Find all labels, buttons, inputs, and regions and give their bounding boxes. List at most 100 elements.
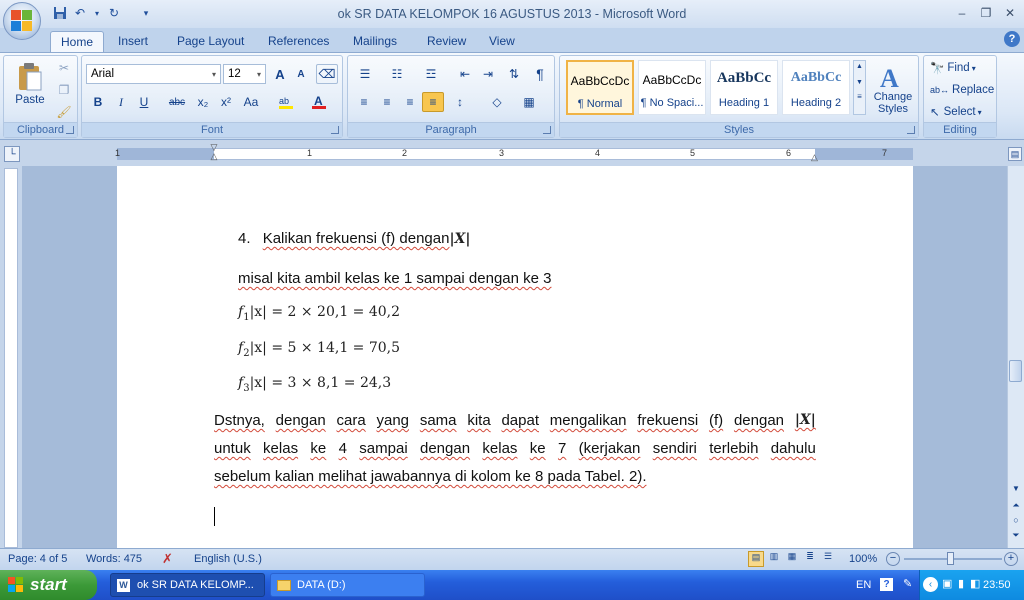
svg-text:A: A bbox=[314, 94, 323, 108]
help-tray-icon[interactable]: ? bbox=[880, 578, 893, 591]
change-styles-button[interactable]: A Change Styles bbox=[869, 58, 917, 120]
italic-button[interactable]: I bbox=[110, 92, 132, 112]
word-count[interactable]: Words: 475 bbox=[86, 553, 142, 565]
increase-indent-icon[interactable]: ⇥ bbox=[477, 64, 499, 84]
cut-icon[interactable]: ✂ bbox=[53, 58, 75, 78]
styles-launcher-icon[interactable] bbox=[907, 126, 915, 134]
scroll-down-icon[interactable]: ▼ bbox=[1010, 484, 1022, 496]
highlight-icon[interactable]: ab bbox=[275, 92, 297, 112]
underline-button[interactable]: U bbox=[133, 92, 155, 112]
tab-review[interactable]: Review bbox=[417, 31, 476, 52]
decrease-indent-icon[interactable]: ⇤ bbox=[454, 64, 476, 84]
tab-view[interactable]: View bbox=[479, 31, 525, 52]
tab-selector-icon[interactable]: └ bbox=[4, 146, 20, 162]
print-layout-icon[interactable]: ▤ bbox=[748, 551, 764, 567]
sort-icon[interactable]: ⇅ bbox=[503, 64, 525, 84]
document-page[interactable] bbox=[117, 166, 913, 548]
tray-tool-icon[interactable]: ✎ bbox=[903, 577, 912, 590]
draft-icon[interactable]: ☰ bbox=[820, 551, 836, 567]
font-name-combo[interactable]: Arial ▾ bbox=[86, 64, 221, 84]
strikethrough-button[interactable]: abc bbox=[166, 92, 188, 112]
browse-object-icon[interactable]: ○ bbox=[1010, 515, 1022, 527]
font-size-combo[interactable]: 12 ▾ bbox=[223, 64, 266, 84]
indent-marker-icon[interactable]: ▽ △ bbox=[209, 143, 219, 163]
style-normal[interactable]: AaBbCcDc ¶ Normal bbox=[566, 60, 634, 115]
show-marks-button[interactable]: ¶ bbox=[529, 64, 551, 84]
align-left-icon[interactable]: ≡ bbox=[353, 92, 375, 112]
zoom-level[interactable]: 100% bbox=[849, 553, 877, 565]
align-right-icon[interactable]: ≡ bbox=[399, 92, 421, 112]
page-count[interactable]: Page: 4 of 5 bbox=[8, 553, 67, 565]
format-painter-icon[interactable]: 🖌 bbox=[53, 102, 75, 122]
vertical-ruler[interactable] bbox=[4, 168, 18, 548]
multilevel-list-icon[interactable]: ☲ bbox=[420, 64, 442, 84]
shading-icon[interactable]: ◇ bbox=[486, 92, 508, 112]
volume-icon[interactable]: ◧ bbox=[970, 577, 980, 590]
style-heading-1[interactable]: AaBbCc Heading 1 bbox=[710, 60, 778, 115]
tab-references[interactable]: References bbox=[258, 31, 339, 52]
paragraph-launcher-icon[interactable] bbox=[543, 126, 551, 134]
tab-home[interactable]: Home bbox=[50, 31, 105, 52]
zoom-in-icon[interactable]: + bbox=[1004, 552, 1018, 566]
help-icon[interactable]: ? bbox=[1004, 31, 1020, 47]
restore-button[interactable]: ❐ bbox=[974, 4, 998, 22]
right-indent-marker-icon[interactable]: △ bbox=[811, 152, 821, 162]
clipboard-launcher-icon[interactable] bbox=[66, 126, 74, 134]
select-button[interactable]: ↖ Select ▾ bbox=[930, 103, 982, 121]
replace-button[interactable]: ab↔ Replace bbox=[930, 81, 994, 99]
style-heading-2[interactable]: AaBbCc Heading 2 bbox=[782, 60, 850, 115]
superscript-button[interactable]: x² bbox=[215, 92, 237, 112]
align-center-icon[interactable]: ≡ bbox=[376, 92, 398, 112]
grow-font-button[interactable]: A bbox=[269, 64, 291, 84]
office-button[interactable] bbox=[3, 2, 41, 40]
font-launcher-icon[interactable] bbox=[331, 126, 339, 134]
word-doc-icon: W bbox=[117, 579, 130, 592]
bullets-icon[interactable]: ☰ bbox=[354, 64, 376, 84]
copy-icon[interactable]: ❐ bbox=[53, 80, 75, 100]
web-layout-icon[interactable]: ▦ bbox=[784, 551, 800, 567]
chevron-down-icon: ▼ bbox=[856, 79, 863, 86]
ruler-scale: 1 1 2 3 4 5 6 7 bbox=[115, 148, 888, 158]
proofing-icon[interactable]: ✗ bbox=[162, 551, 173, 567]
network-icon[interactable]: ▣ bbox=[942, 577, 952, 590]
font-color-icon[interactable]: A bbox=[308, 92, 330, 112]
next-page-icon[interactable]: ⏷ bbox=[1010, 530, 1022, 542]
language-indicator[interactable]: EN bbox=[856, 579, 871, 591]
previous-page-icon[interactable]: ⏶ bbox=[1010, 500, 1022, 512]
subscript-button[interactable]: x₂ bbox=[192, 92, 214, 112]
bold-button[interactable]: B bbox=[87, 92, 109, 112]
taskbar-item-word[interactable]: W ok SR DATA KELOMP... bbox=[110, 573, 265, 597]
minimize-button[interactable]: – bbox=[950, 4, 974, 22]
zoom-slider-thumb[interactable] bbox=[947, 552, 954, 565]
tray-expand-icon[interactable]: ‹ bbox=[923, 577, 938, 592]
taskbar-item-folder[interactable]: DATA (D:) bbox=[270, 573, 425, 597]
svg-text:A: A bbox=[880, 64, 899, 91]
justify-icon[interactable]: ≡ bbox=[422, 92, 444, 112]
full-screen-reading-icon[interactable]: ▥ bbox=[766, 551, 782, 567]
line-spacing-icon[interactable]: ↕ bbox=[449, 92, 471, 112]
tab-insert[interactable]: Insert bbox=[108, 31, 158, 52]
outline-icon[interactable]: ≣ bbox=[802, 551, 818, 567]
chevron-down-icon: ▾ bbox=[211, 69, 216, 79]
paste-button[interactable]: Paste bbox=[10, 58, 50, 110]
font-group-label: Font bbox=[82, 122, 342, 137]
battery-icon[interactable]: ▮ bbox=[958, 577, 964, 590]
close-button[interactable]: ✕ bbox=[998, 4, 1022, 22]
numbering-icon[interactable]: ☷ bbox=[386, 64, 408, 84]
scroll-thumb[interactable] bbox=[1009, 360, 1022, 382]
find-button[interactable]: 🔭 Find ▾ bbox=[930, 59, 976, 77]
clock[interactable]: 23:50 bbox=[983, 579, 1011, 591]
style-no-spacing[interactable]: AaBbCcDc ¶ No Spaci... bbox=[638, 60, 706, 115]
zoom-out-icon[interactable]: − bbox=[886, 552, 900, 566]
styles-gallery-scroll[interactable]: ▲ ▼ ≡ bbox=[853, 60, 866, 115]
tab-page-layout[interactable]: Page Layout bbox=[167, 31, 254, 52]
tab-mailings[interactable]: Mailings bbox=[343, 31, 407, 52]
shrink-font-button[interactable]: A bbox=[290, 64, 312, 84]
folder-icon bbox=[277, 580, 291, 591]
view-ruler-icon[interactable]: ▤ bbox=[1008, 147, 1022, 161]
start-button[interactable]: start bbox=[0, 570, 97, 600]
change-case-button[interactable]: Aa bbox=[240, 92, 262, 112]
clear-formatting-icon[interactable]: ⌫ bbox=[316, 64, 338, 84]
borders-icon[interactable]: ▦ bbox=[518, 92, 540, 112]
language-status[interactable]: English (U.S.) bbox=[194, 553, 262, 565]
